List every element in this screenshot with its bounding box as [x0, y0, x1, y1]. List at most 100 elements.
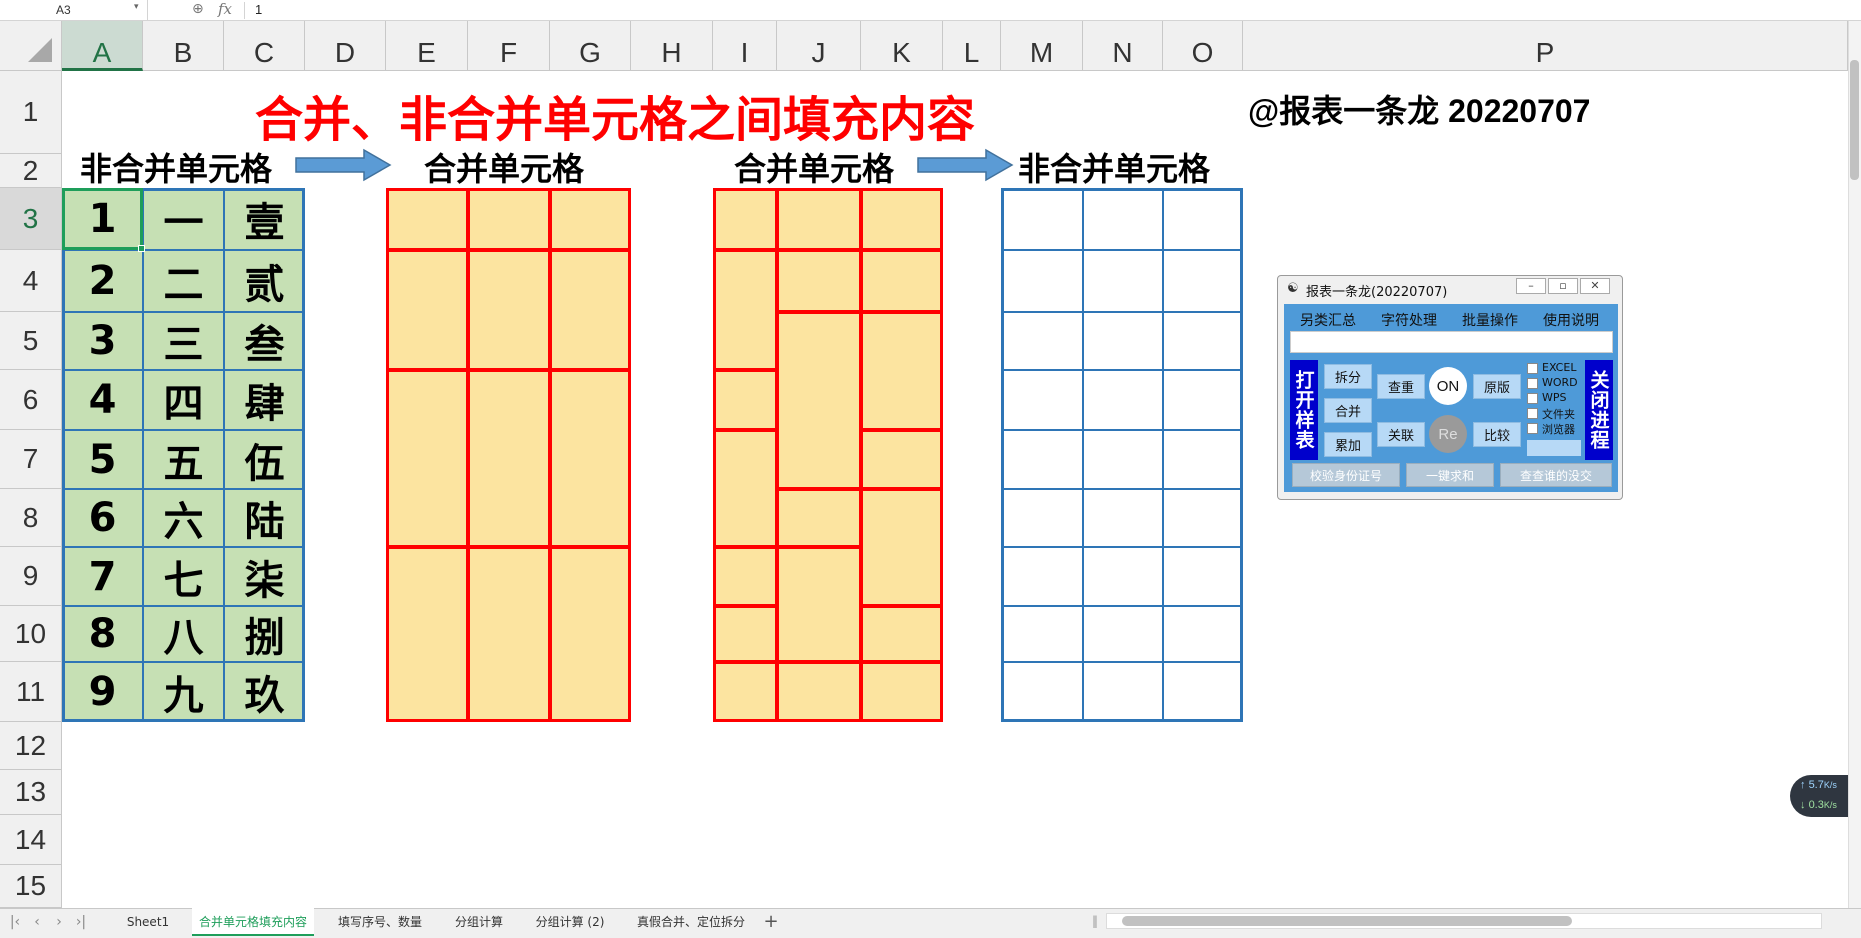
sheet-tab-active[interactable]: 合并单元格填充内容 [192, 908, 314, 936]
tool-text-input[interactable] [1290, 331, 1613, 353]
minimize-icon[interactable]: – [1516, 278, 1546, 294]
vertical-scroll-thumb[interactable] [1850, 60, 1859, 180]
tool-blank-button[interactable] [1527, 440, 1581, 456]
row-header-7[interactable]: 7 [0, 430, 62, 489]
column-header-m[interactable]: M [1001, 21, 1083, 71]
open-sample-button[interactable]: 打开样表 [1290, 360, 1318, 460]
column-header-h[interactable]: H [631, 21, 713, 71]
row-header-9[interactable]: 9 [0, 547, 62, 606]
section-non-merged-left: 非合并单元格 [80, 150, 273, 188]
checkbox-browser[interactable] [1527, 423, 1538, 434]
right-arrow-icon [295, 148, 392, 182]
compare-button[interactable]: 比较 [1473, 422, 1521, 447]
column-header-o[interactable]: O [1163, 21, 1243, 71]
split-handle-icon[interactable]: ‖ [1092, 914, 1098, 928]
grid-outline [713, 188, 943, 722]
sheet-tab[interactable]: 真假合并、定位拆分 [626, 908, 756, 936]
column-header-i[interactable]: I [713, 21, 777, 71]
fx-icon[interactable]: fx [218, 0, 232, 18]
add-sheet-icon[interactable]: + [760, 908, 782, 936]
column-header-n[interactable]: N [1083, 21, 1163, 71]
menu-item-text[interactable]: 字符处理 [1381, 310, 1437, 330]
row-header-12[interactable]: 12 [0, 722, 62, 770]
grid-outline [1001, 188, 1243, 722]
next-sheet-icon[interactable]: › [48, 908, 70, 936]
row-header-8[interactable]: 8 [0, 489, 62, 547]
sheet-tab[interactable]: Sheet1 [118, 908, 178, 936]
right-arrow-icon [917, 148, 1014, 182]
row-header-5[interactable]: 5 [0, 312, 62, 370]
check-missing-button[interactable]: 查查谁的没交 [1500, 463, 1612, 487]
column-header-g[interactable]: G [550, 21, 631, 71]
section-merged-mid: 合并单元格 [424, 150, 585, 188]
menu-item-summary[interactable]: 另类汇总 [1300, 310, 1356, 330]
reset-toggle[interactable]: Re [1429, 415, 1467, 453]
row-header-1[interactable]: 1 [0, 71, 62, 154]
merge-button[interactable]: 合并 [1324, 398, 1372, 423]
on-toggle[interactable]: ON [1429, 367, 1467, 405]
original-button[interactable]: 原版 [1473, 374, 1521, 399]
row-header-6[interactable]: 6 [0, 370, 62, 430]
split-button[interactable]: 拆分 [1324, 364, 1372, 389]
first-sheet-icon[interactable]: |‹ [4, 908, 26, 936]
formula-bar [0, 0, 1861, 21]
close-icon[interactable]: ✕ [1580, 278, 1610, 294]
maximize-icon[interactable]: ▫ [1548, 278, 1578, 294]
column-header-a[interactable]: A [62, 21, 143, 71]
zoom-icon[interactable]: ⊕ [192, 1, 204, 17]
section-merged-right: 合并单元格 [734, 150, 895, 188]
column-header-p[interactable]: P [1243, 21, 1848, 71]
section-non-merged-right: 非合并单元格 [1018, 150, 1211, 188]
column-header-f[interactable]: F [468, 21, 550, 71]
sheet-title[interactable]: 合并、非合并单元格之间填充内容 [255, 80, 1065, 148]
quick-sum-button[interactable]: 一键求和 [1406, 463, 1494, 487]
column-header-d[interactable]: D [305, 21, 386, 71]
formula-input[interactable]: 1 [255, 2, 262, 17]
checkbox-label: WPS [1542, 391, 1567, 404]
row-header-13[interactable]: 13 [0, 770, 62, 815]
last-sheet-icon[interactable]: ›| [70, 908, 92, 936]
sheet-tab[interactable]: 分组计算 (2) [528, 908, 612, 936]
checkbox-folder[interactable] [1527, 408, 1538, 419]
horizontal-scroll-thumb[interactable] [1122, 916, 1572, 926]
sheet-tab[interactable]: 填写序号、数量 [330, 908, 430, 936]
prev-sheet-icon[interactable]: ‹ [26, 908, 48, 936]
relate-button[interactable]: 关联 [1377, 422, 1425, 447]
row-header-14[interactable]: 14 [0, 815, 62, 865]
checkbox-word[interactable] [1527, 378, 1538, 389]
column-header-j[interactable]: J [777, 21, 861, 71]
grid-outline [62, 188, 305, 722]
tool-window-title: 报表一条龙(20220707) [1306, 285, 1448, 300]
duplicate-check-button[interactable]: 查重 [1377, 374, 1425, 399]
row-header-4[interactable]: 4 [0, 250, 62, 312]
column-header-e[interactable]: E [386, 21, 468, 71]
author-label[interactable]: @报表一条龙 20220707 [1248, 86, 1590, 132]
chevron-down-icon[interactable]: ▾ [134, 2, 139, 12]
sheet-tab[interactable]: 分组计算 [444, 908, 514, 936]
row-header-2[interactable]: 2 [0, 154, 62, 188]
close-process-button[interactable]: 关闭进程 [1585, 360, 1613, 460]
selected-cell-outline [62, 188, 143, 250]
grid-outline [386, 188, 631, 722]
accumulate-button[interactable]: 累加 [1324, 432, 1372, 457]
download-speed: ↓ 0.3K/s [1800, 799, 1837, 811]
name-box[interactable]: A3 [0, 0, 148, 21]
column-header-l[interactable]: L [943, 21, 1001, 71]
checkbox-wps[interactable] [1527, 393, 1538, 404]
menu-item-help[interactable]: 使用说明 [1543, 310, 1599, 330]
checkbox-label: 文件夹 [1542, 408, 1575, 421]
checkbox-excel[interactable] [1527, 363, 1538, 374]
row-header-15[interactable]: 15 [0, 865, 62, 908]
menu-item-batch[interactable]: 批量操作 [1462, 310, 1518, 330]
select-all-triangle-icon [28, 38, 52, 62]
row-header-11[interactable]: 11 [0, 662, 62, 722]
column-header-b[interactable]: B [143, 21, 224, 71]
verify-id-button[interactable]: 校验身份证号 [1292, 463, 1400, 487]
column-header-c[interactable]: C [224, 21, 305, 71]
formula-separator [244, 2, 245, 19]
column-header-k[interactable]: K [861, 21, 943, 71]
fill-handle[interactable] [138, 245, 145, 252]
checkbox-label: 浏览器 [1542, 423, 1575, 436]
row-header-10[interactable]: 10 [0, 606, 62, 662]
row-header-3[interactable]: 3 [0, 188, 62, 250]
